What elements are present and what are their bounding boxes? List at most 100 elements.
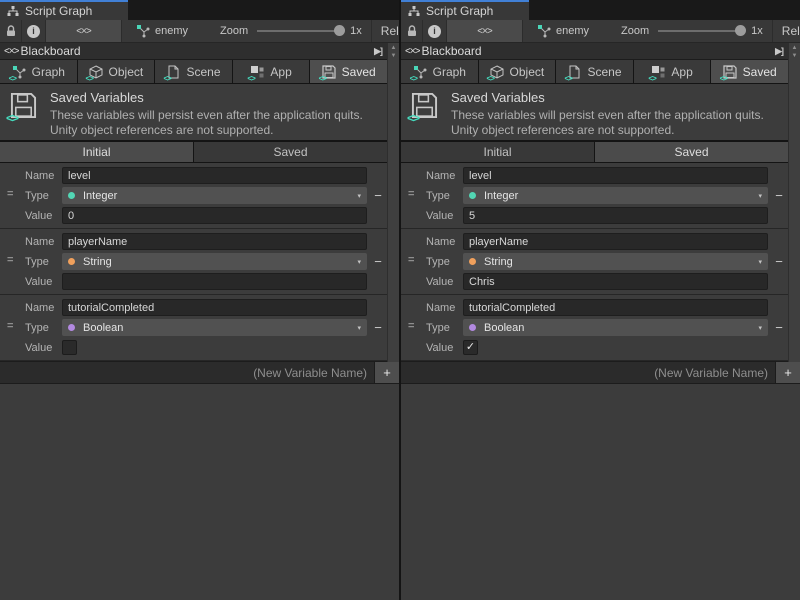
scroll-up-icon[interactable]: ▲	[391, 45, 397, 51]
initial-saved-toggle: Initial Saved	[401, 140, 788, 163]
zoom-value: 1x	[350, 25, 362, 37]
variable-value-input[interactable]	[463, 273, 768, 290]
graph-reference[interactable]: enemy	[537, 24, 589, 38]
script-graph-window-tab[interactable]: Script Graph	[401, 0, 529, 20]
toggle-initial[interactable]: Initial	[401, 142, 594, 162]
tab-app[interactable]: <> App	[634, 60, 711, 83]
remove-variable-button[interactable]: −	[770, 319, 788, 336]
new-variable-input[interactable]	[0, 362, 374, 383]
type-value: String	[83, 256, 357, 268]
relations-button[interactable]: Rela	[772, 20, 800, 42]
add-variable-button[interactable]: +	[374, 362, 399, 383]
variables-list: Name = Type Integer ▾ − Value	[0, 163, 387, 361]
zoom-slider[interactable]	[257, 30, 343, 32]
toggle-saved[interactable]: Saved	[595, 142, 788, 162]
value-label: Value	[401, 276, 463, 288]
type-dropdown[interactable]: Boolean ▾	[62, 319, 367, 336]
dropdown-arrow-icon: ▾	[357, 258, 361, 266]
drag-handle-icon[interactable]: =	[7, 188, 13, 200]
tab-object[interactable]: <> Object	[479, 60, 556, 83]
graph-name-label: enemy	[155, 25, 188, 37]
script-graph-window-tab[interactable]: Script Graph	[0, 0, 128, 20]
zoom-slider[interactable]	[658, 30, 744, 32]
type-value: Boolean	[484, 322, 758, 334]
info-description-line2: Unity object references are not supporte…	[451, 123, 764, 138]
tab-graph[interactable]: <> Graph	[0, 60, 77, 83]
type-dropdown[interactable]: Boolean ▾	[463, 319, 768, 336]
variable-card-playerName: Name = Type String ▾ − Value	[0, 229, 387, 295]
toggle-saved[interactable]: Saved	[194, 142, 387, 162]
tab-object[interactable]: <> Object	[78, 60, 155, 83]
variable-value-checkbox[interactable]: ✓	[463, 340, 478, 355]
zoom-slider-handle[interactable]	[735, 25, 746, 36]
remove-variable-button[interactable]: −	[369, 253, 387, 270]
info-button[interactable]: i	[22, 20, 46, 42]
type-dropdown[interactable]: Integer ▾	[463, 187, 768, 204]
graph-reference[interactable]: enemy	[136, 24, 188, 38]
vs-badge-icon: <>	[6, 112, 18, 124]
zoom-slider-handle[interactable]	[334, 25, 345, 36]
lock-button[interactable]	[401, 20, 423, 42]
info-description-line2: Unity object references are not supporte…	[50, 123, 363, 138]
graph-tab-icon: <>	[12, 65, 26, 79]
drag-handle-icon[interactable]: =	[408, 320, 414, 332]
new-variable-input[interactable]	[401, 362, 775, 383]
drag-handle-icon[interactable]: =	[408, 254, 414, 266]
dropdown-arrow-icon: ▾	[357, 192, 361, 200]
scroll-up-icon[interactable]: ▲	[792, 45, 798, 51]
scroll-down-icon[interactable]: ▼	[391, 53, 397, 59]
vs-badge-icon: <>	[648, 75, 655, 83]
variable-name-input[interactable]	[62, 233, 367, 250]
drag-handle-icon[interactable]: =	[408, 188, 414, 200]
variable-name-input[interactable]	[62, 167, 367, 184]
variable-name-input[interactable]	[62, 299, 367, 316]
info-button[interactable]: i	[423, 20, 447, 42]
visual-scripting-icon: <×>	[405, 46, 420, 57]
vs-badge-icon: <>	[410, 75, 417, 83]
tab-saved[interactable]: <> Saved	[310, 60, 387, 83]
remove-variable-button[interactable]: −	[369, 319, 387, 336]
relations-label: Rela	[381, 24, 399, 38]
remove-variable-button[interactable]: −	[770, 187, 788, 204]
tab-app[interactable]: <> App	[233, 60, 310, 83]
name-label: Name	[401, 236, 463, 248]
dock-icon[interactable]: ▶]	[775, 46, 783, 57]
tab-scene[interactable]: <> Scene	[556, 60, 633, 83]
code-view-button[interactable]: <×>	[447, 20, 523, 42]
tab-label: Scene	[587, 65, 621, 79]
blackboard-header: <×> Blackboard ▶]	[401, 43, 788, 60]
type-dropdown[interactable]: String ▾	[463, 253, 768, 270]
dock-icon[interactable]: ▶]	[374, 46, 382, 57]
scroll-down-icon[interactable]: ▼	[792, 53, 798, 59]
remove-variable-button[interactable]: −	[369, 187, 387, 204]
type-dropdown[interactable]: Integer ▾	[62, 187, 367, 204]
variable-name-input[interactable]	[463, 167, 768, 184]
variable-value-input[interactable]	[62, 273, 367, 290]
scrollbar[interactable]: ▲ ▼	[387, 43, 399, 362]
tab-saved[interactable]: <> Saved	[711, 60, 788, 83]
lock-button[interactable]	[0, 20, 22, 42]
tab-label: Saved	[342, 65, 376, 79]
app-tab-icon: <>	[250, 65, 264, 79]
saved-variables-info: <> Saved Variables These variables will …	[0, 84, 387, 140]
variable-value-checkbox[interactable]	[62, 340, 77, 355]
lock-icon	[6, 25, 16, 37]
remove-variable-button[interactable]: −	[770, 253, 788, 270]
toggle-initial[interactable]: Initial	[0, 142, 193, 162]
tab-scene[interactable]: <> Scene	[155, 60, 232, 83]
value-label: Value	[0, 342, 62, 354]
variable-value-input[interactable]	[463, 207, 768, 224]
type-dropdown[interactable]: String ▾	[62, 253, 367, 270]
relations-button[interactable]: Rela	[371, 20, 399, 42]
tab-graph[interactable]: <> Graph	[401, 60, 478, 83]
variable-name-input[interactable]	[463, 233, 768, 250]
drag-handle-icon[interactable]: =	[7, 254, 13, 266]
scrollbar[interactable]: ▲ ▼	[788, 43, 800, 362]
variable-value-input[interactable]	[62, 207, 367, 224]
code-view-button[interactable]: <×>	[46, 20, 122, 42]
variable-name-input[interactable]	[463, 299, 768, 316]
window-tab-label: Script Graph	[426, 4, 493, 18]
add-variable-button[interactable]: +	[775, 362, 800, 383]
drag-handle-icon[interactable]: =	[7, 320, 13, 332]
type-color-dot	[469, 324, 476, 331]
